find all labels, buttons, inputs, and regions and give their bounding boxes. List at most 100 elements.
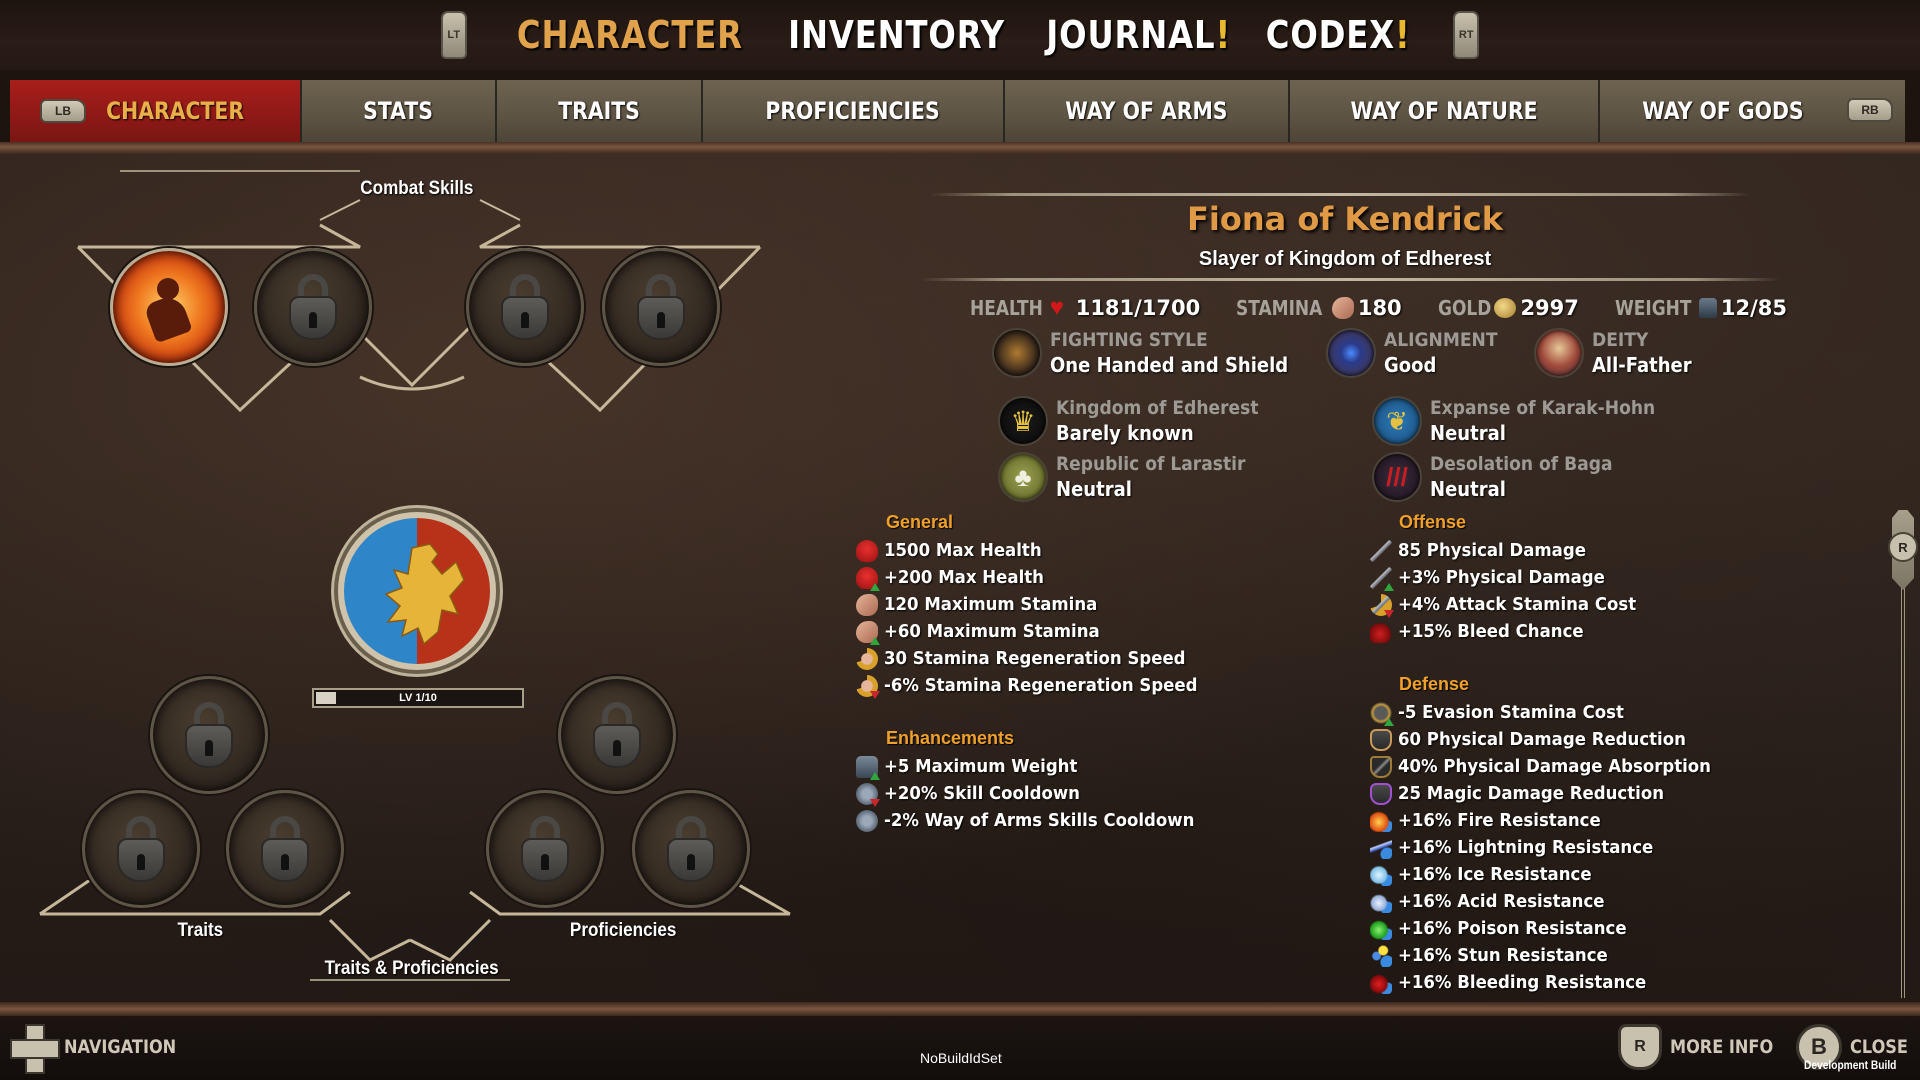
stat-row[interactable]: +20% Skill Cooldown: [856, 780, 1221, 807]
fighting-style[interactable]: FIGHTING STYLE One Handed and Shield: [992, 328, 1315, 378]
stat-row[interactable]: +16% Bleeding Resistance: [1370, 969, 1738, 996]
subtab-stats[interactable]: STATS: [302, 80, 497, 142]
stat-text: +16% Stun Resistance: [1398, 945, 1608, 966]
griffin-icon: ❦: [1372, 396, 1422, 446]
stat-row[interactable]: +16% Stun Resistance: [1370, 942, 1738, 969]
subtab-way-of-gods[interactable]: WAY OF GODS RB: [1600, 80, 1905, 142]
stat-row[interactable]: 85 Physical Damage: [1370, 537, 1657, 564]
combat-skill-slot-4[interactable]: [602, 248, 720, 366]
subtab-traits[interactable]: TRAITS: [497, 80, 703, 142]
stat-row[interactable]: -6% Stamina Regeneration Speed: [856, 672, 1225, 699]
proficiencies-label: Proficiencies: [569, 920, 677, 941]
proficiency-slot-2[interactable]: [486, 790, 604, 908]
stat-row[interactable]: 120 Maximum Stamina: [856, 591, 1225, 618]
lt-trigger-button[interactable]: LT: [440, 11, 467, 59]
stat-row[interactable]: +16% Lightning Resistance: [1370, 834, 1738, 861]
traits-and-proficiencies-label: Traits & Proficiencies: [324, 958, 499, 979]
stat-row[interactable]: +60 Maximum Stamina: [856, 618, 1225, 645]
divider-top: [930, 193, 1750, 196]
trait-slot-3[interactable]: [226, 790, 344, 908]
combat-skill-slot-1[interactable]: [110, 248, 228, 366]
stats-scrollbar[interactable]: R: [1888, 510, 1918, 998]
stat-row[interactable]: 40% Physical Damage Absorption: [1370, 753, 1738, 780]
character-crest[interactable]: [308, 490, 526, 690]
stat-text: +16% Lightning Resistance: [1398, 837, 1654, 858]
rb-bumper-button[interactable]: RB: [1847, 98, 1893, 122]
vital-value: 1181/1700: [1075, 296, 1201, 320]
lock-icon: [117, 816, 165, 882]
main-tab-inventory[interactable]: INVENTORY: [788, 13, 1005, 57]
level-text: LV 1/10: [399, 692, 437, 704]
stat-row[interactable]: -2% Way of Arms Skills Cooldown: [856, 807, 1221, 834]
faction-standing: Neutral: [1056, 477, 1132, 501]
fire-resistance-icon: [1370, 809, 1392, 832]
proficiency-slot-3[interactable]: [632, 790, 750, 908]
rt-trigger-button[interactable]: RT: [1453, 11, 1480, 59]
subtab-way-of-arms[interactable]: WAY OF ARMS: [1005, 80, 1290, 142]
subtab-label: STATS: [363, 97, 434, 125]
trait-slot-2[interactable]: [82, 790, 200, 908]
header-rail-divider: [0, 142, 1920, 154]
stat-text: +16% Poison Resistance: [1398, 918, 1627, 939]
stat-row[interactable]: +16% Poison Resistance: [1370, 915, 1738, 942]
main-tab-codex[interactable]: CODEX!: [1266, 13, 1411, 57]
stat-text: +200 Max Health: [884, 567, 1044, 588]
deity[interactable]: DEITY All-Father: [1534, 328, 1703, 378]
stat-row[interactable]: +16% Ice Resistance: [1370, 861, 1738, 888]
combat-skill-slot-2[interactable]: [254, 248, 372, 366]
alignment[interactable]: ALIGNMENT Good: [1326, 328, 1510, 378]
stat-row[interactable]: +200 Max Health: [856, 564, 1225, 591]
more-info-button[interactable]: R MORE INFO: [1618, 1024, 1791, 1070]
attack-stamina-icon: [1370, 593, 1394, 618]
group-title-defense: Defense: [1399, 674, 1470, 694]
stat-row[interactable]: 1500 Max Health: [856, 537, 1225, 564]
stat-text: 30 Stamina Regeneration Speed: [884, 648, 1186, 669]
faction-expanse-of-karak-hohn[interactable]: ❦ Expanse of Karak-Hohn Neutral: [1372, 396, 1680, 446]
stat-row[interactable]: +15% Bleed Chance: [1370, 618, 1657, 645]
lion-icon: [384, 543, 465, 646]
stat-row[interactable]: 60 Physical Damage Reduction: [1370, 726, 1738, 753]
right-stick-scroll-icon: R: [1888, 532, 1918, 562]
eye-icon: [1326, 328, 1376, 378]
stat-row[interactable]: +4% Attack Stamina Cost: [1370, 591, 1657, 618]
subtab-character[interactable]: LB CHARACTER: [10, 80, 302, 142]
trait-slot-1[interactable]: [150, 676, 268, 794]
stat-row[interactable]: 25 Magic Damage Reduction: [1370, 780, 1738, 807]
stamina-regen-icon: [856, 647, 878, 670]
acid-resistance-icon: [1370, 890, 1392, 913]
subtab-proficiencies[interactable]: PROFICIENCIES: [703, 80, 1005, 142]
subtab-way-of-nature[interactable]: WAY OF NATURE: [1290, 80, 1600, 142]
faction-republic-of-larastir[interactable]: ♣ Republic of Larastir Neutral: [998, 452, 1266, 502]
lion-rampant-crest-icon: [338, 512, 496, 670]
stat-row[interactable]: +5 Maximum Weight: [856, 753, 1221, 780]
dpad-icon: [10, 1024, 60, 1074]
faction-desolation-of-baga[interactable]: /// Desolation of Baga Neutral: [1372, 452, 1633, 502]
coin-icon: [1494, 298, 1517, 318]
stat-text: +5 Maximum Weight: [884, 756, 1078, 777]
stat-row[interactable]: +16% Fire Resistance: [1370, 807, 1738, 834]
stat-text: +16% Bleeding Resistance: [1398, 972, 1647, 993]
stat-row[interactable]: 30 Stamina Regeneration Speed: [856, 645, 1225, 672]
stat-row[interactable]: -5 Evasion Stamina Cost: [1370, 699, 1738, 726]
lb-bumper-button[interactable]: LB: [40, 99, 86, 123]
build-id-text: NoBuildIdSet: [920, 1050, 1002, 1066]
faction-kingdom-of-edherest[interactable]: ♛ Kingdom of Edherest Barely known: [998, 396, 1281, 446]
stat-row[interactable]: +16% Acid Resistance: [1370, 888, 1738, 915]
evasion-icon: [1370, 701, 1394, 726]
lock-icon: [501, 274, 549, 340]
arm-icon: [1331, 297, 1354, 319]
lock-icon: [593, 702, 641, 768]
level-progress-fill: [316, 692, 337, 704]
attribute-value: One Handed and Shield: [1050, 353, 1289, 377]
tree-icon: ♣: [998, 452, 1048, 502]
hourglass-icon: [856, 809, 878, 832]
faction-standing: Barely known: [1056, 421, 1194, 445]
proficiency-slot-1[interactable]: [558, 676, 676, 794]
subtab-label: CHARACTER: [106, 97, 244, 125]
faction-name: Republic of Larastir: [1056, 453, 1246, 475]
stat-row[interactable]: +3% Physical Damage: [1370, 564, 1657, 591]
main-tab-character[interactable]: CHARACTER: [517, 13, 743, 57]
combat-skill-slot-3[interactable]: [466, 248, 584, 366]
main-tab-journal[interactable]: JOURNAL!: [1046, 13, 1231, 57]
development-build-text: Development Build: [1804, 1058, 1897, 1072]
